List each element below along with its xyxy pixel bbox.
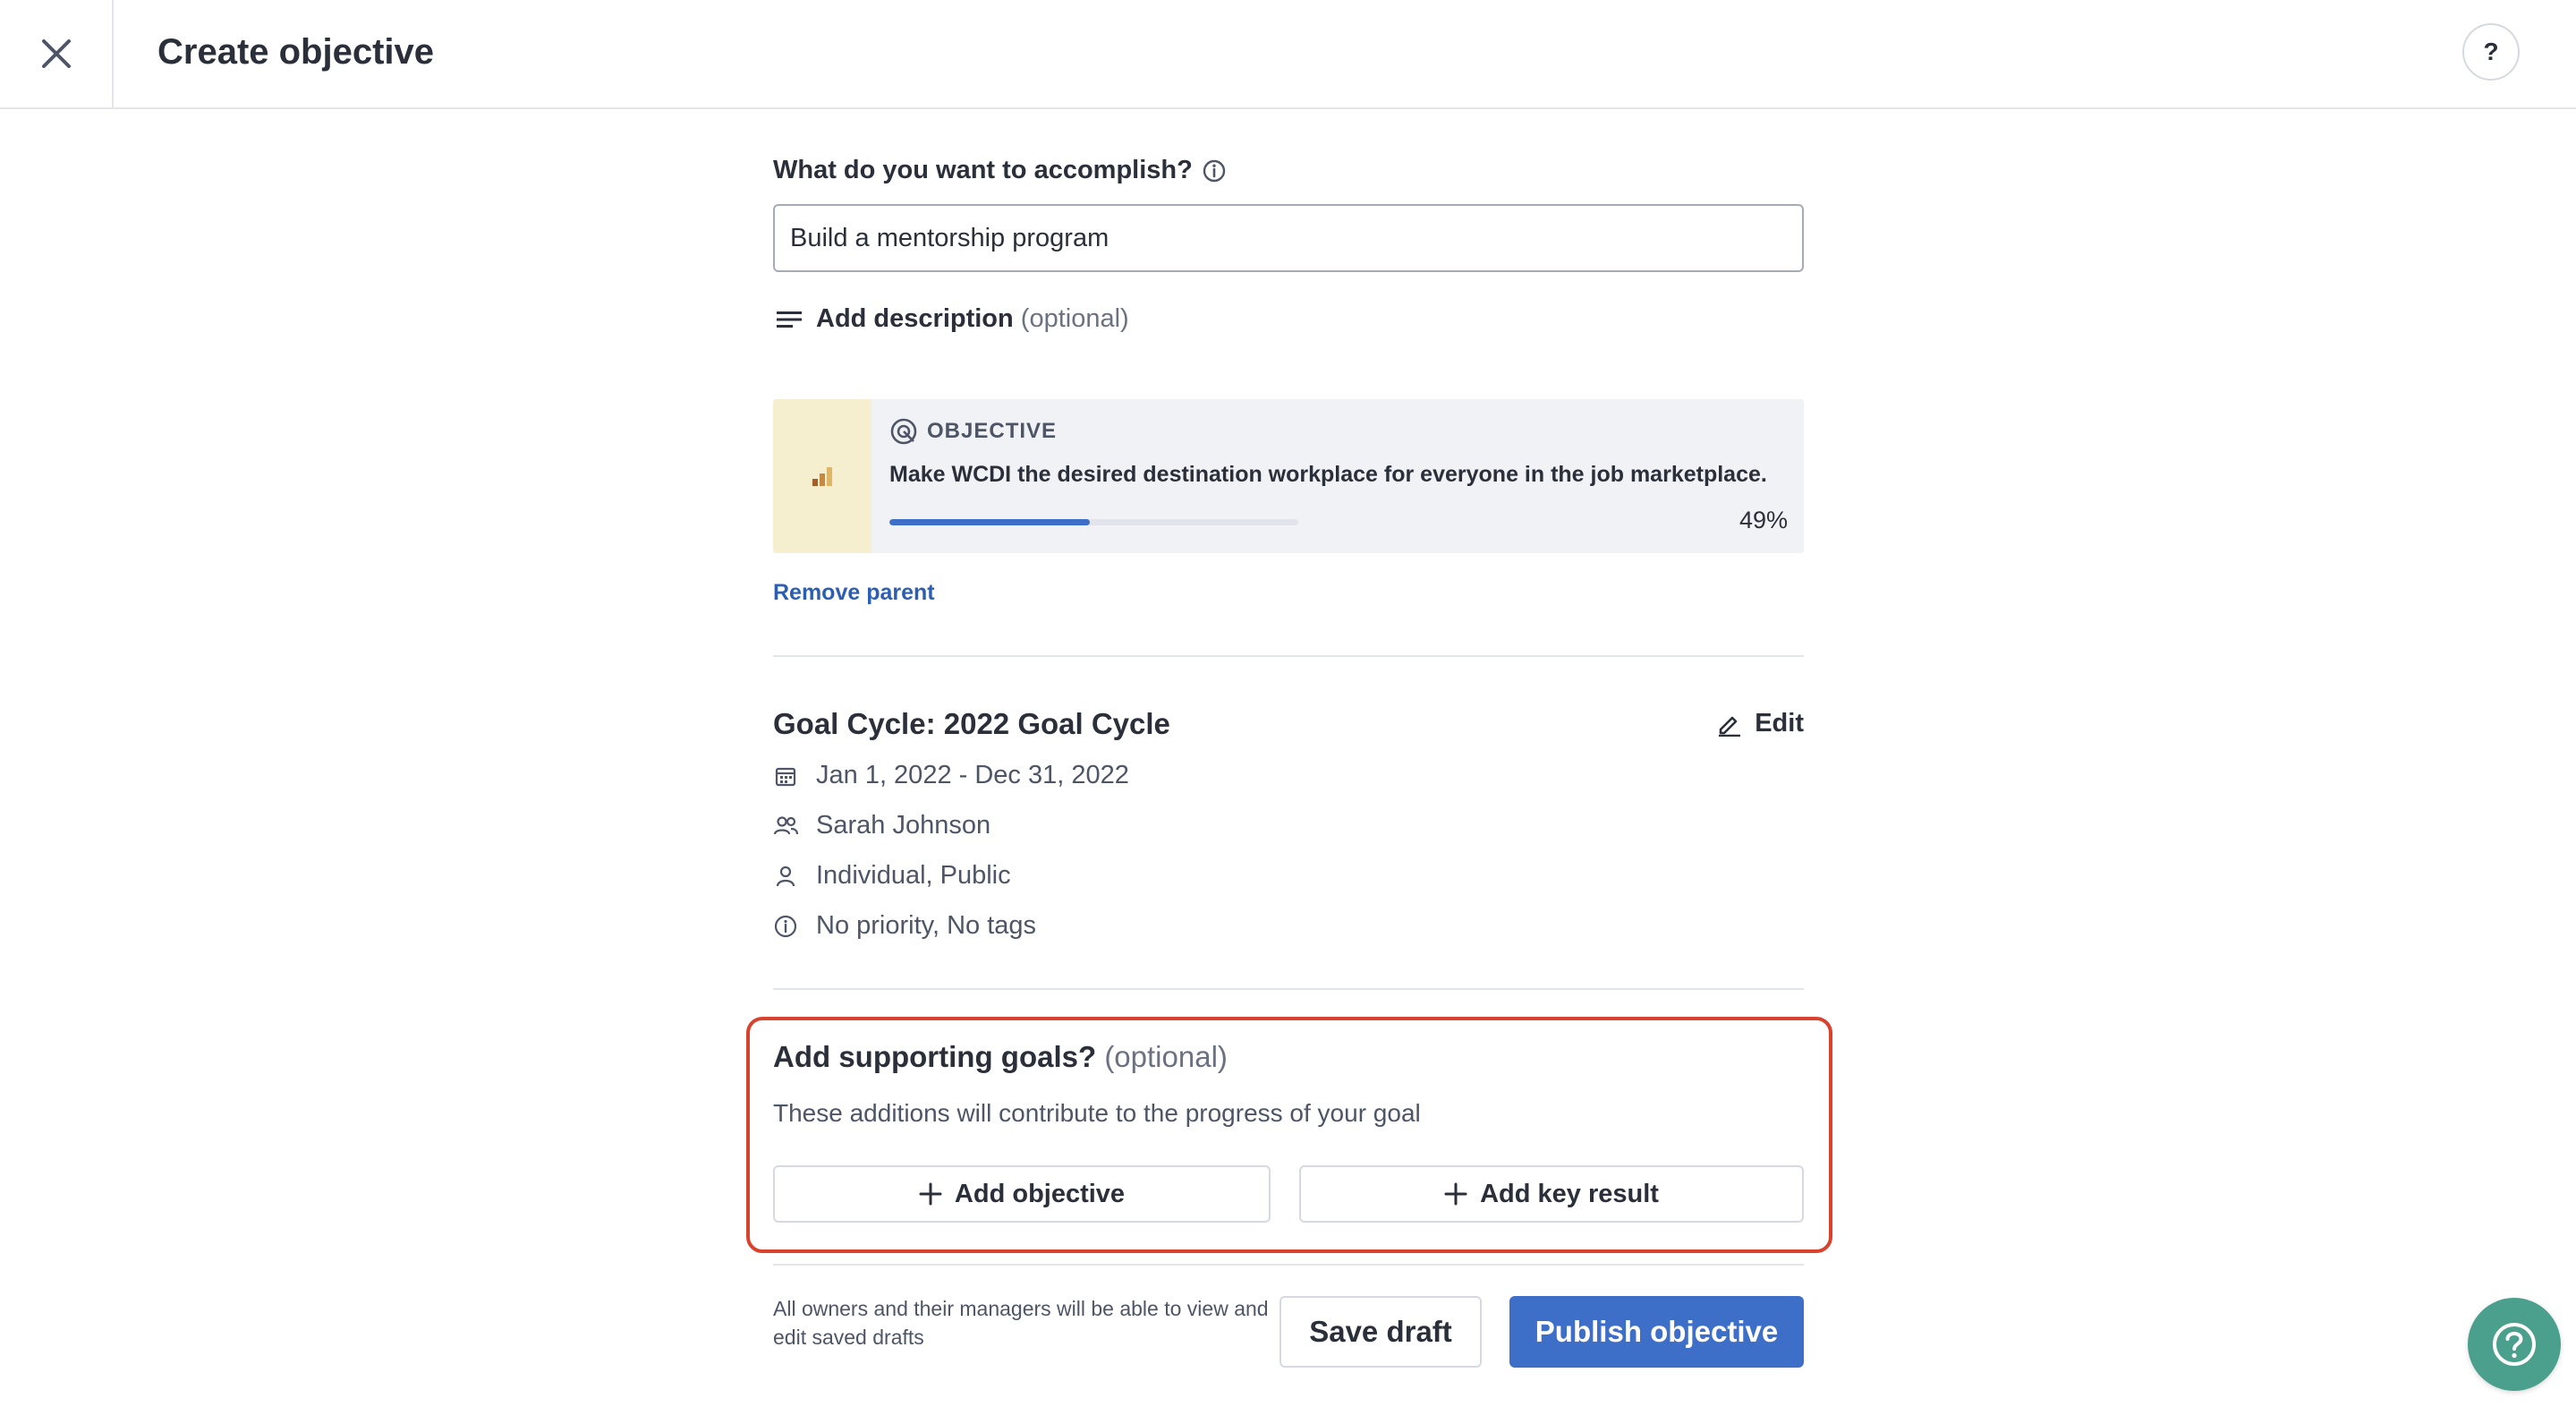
- goal-owner-name: Sarah Johnson: [816, 811, 991, 840]
- parent-icon-tile: [773, 399, 871, 553]
- parent-progress-bar: [889, 519, 1298, 525]
- page-title: Create objective: [157, 32, 435, 72]
- help-button[interactable]: ?: [2462, 23, 2520, 81]
- supporting-goals-highlight: [746, 1017, 1832, 1253]
- question-icon: [2493, 1323, 2536, 1366]
- goal-cycle-dates: Jan 1, 2022 - Dec 31, 2022: [773, 761, 1129, 790]
- objective-title-label: What do you want to accomplish?: [773, 156, 1227, 185]
- goal-priority-tags-text: No priority, No tags: [816, 911, 1037, 940]
- lines-icon: [777, 311, 802, 328]
- objective-title-label-text: What do you want to accomplish?: [773, 156, 1193, 184]
- objective-title-input[interactable]: [773, 204, 1804, 272]
- calendar-icon: [775, 767, 796, 786]
- publish-objective-button[interactable]: Publish objective: [1509, 1296, 1804, 1368]
- remove-parent-link[interactable]: Remove parent: [773, 580, 935, 606]
- target-icon: [890, 418, 917, 445]
- close-button[interactable]: [0, 0, 114, 107]
- top-bar: Create objective ?: [0, 0, 2576, 109]
- goal-priority-tags: No priority, No tags: [773, 911, 1036, 941]
- help-chat-button[interactable]: [2468, 1298, 2561, 1391]
- add-description-label: Add description: [816, 304, 1014, 333]
- pencil-icon: [1719, 716, 1741, 737]
- people-icon: [773, 815, 798, 834]
- parent-type: OBJECTIVE: [889, 417, 1057, 446]
- divider: [773, 1264, 1804, 1266]
- draft-note: All owners and their managers will be ab…: [773, 1297, 1269, 1349]
- goal-visibility-text: Individual, Public: [816, 861, 1011, 890]
- close-icon: [41, 39, 71, 68]
- add-description-button[interactable]: Add description (optional): [777, 304, 1129, 334]
- parent-type-label: OBJECTIVE: [927, 419, 1058, 443]
- parent-progress-percent: 49%: [1739, 507, 1788, 533]
- parent-objective-card[interactable]: OBJECTIVE Make WCDI the desired destinat…: [773, 399, 1804, 553]
- edit-label: Edit: [1755, 709, 1804, 738]
- info-icon: [774, 915, 797, 937]
- person-icon: [776, 866, 795, 886]
- divider: [773, 988, 1804, 990]
- goal-owners: Sarah Johnson: [773, 811, 990, 840]
- goal-visibility: Individual, Public: [773, 861, 1011, 891]
- goal-cycle-title: Goal Cycle: 2022 Goal Cycle: [773, 707, 1170, 740]
- bar-chart-icon: [812, 467, 832, 486]
- save-draft-button[interactable]: Save draft: [1279, 1296, 1482, 1368]
- question-icon: ?: [2483, 38, 2499, 65]
- parent-progress-fill: [889, 519, 1090, 525]
- edit-goal-cycle-button[interactable]: Edit: [1717, 709, 1804, 738]
- info-icon[interactable]: [1202, 158, 1227, 183]
- add-description-optional: (optional): [1020, 304, 1129, 333]
- parent-objective-name: Make WCDI the desired destination workpl…: [889, 462, 1767, 487]
- divider: [773, 655, 1804, 657]
- goal-cycle-date-range: Jan 1, 2022 - Dec 31, 2022: [816, 761, 1129, 789]
